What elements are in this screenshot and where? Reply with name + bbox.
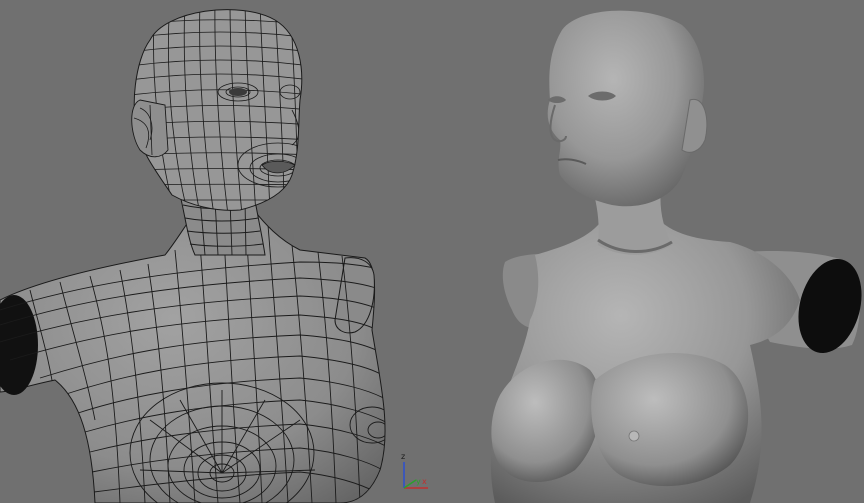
axis-x-label: x [422,477,427,486]
3d-viewport[interactable]: z y x [0,0,864,503]
shaded-right-breast [591,353,749,487]
shaded-head[interactable] [547,10,705,207]
smooth-bust[interactable] [490,10,864,503]
viewport-scene[interactable]: z y x [0,0,864,503]
axis-y-label: y [416,477,421,486]
axis-gizmo: z y x [401,452,428,489]
wireframe-eye [229,88,247,96]
axis-y-line [403,479,417,489]
shaded-nipple [628,430,640,442]
axis-z-label: z [401,452,405,461]
wireframe-bust[interactable] [0,0,394,503]
